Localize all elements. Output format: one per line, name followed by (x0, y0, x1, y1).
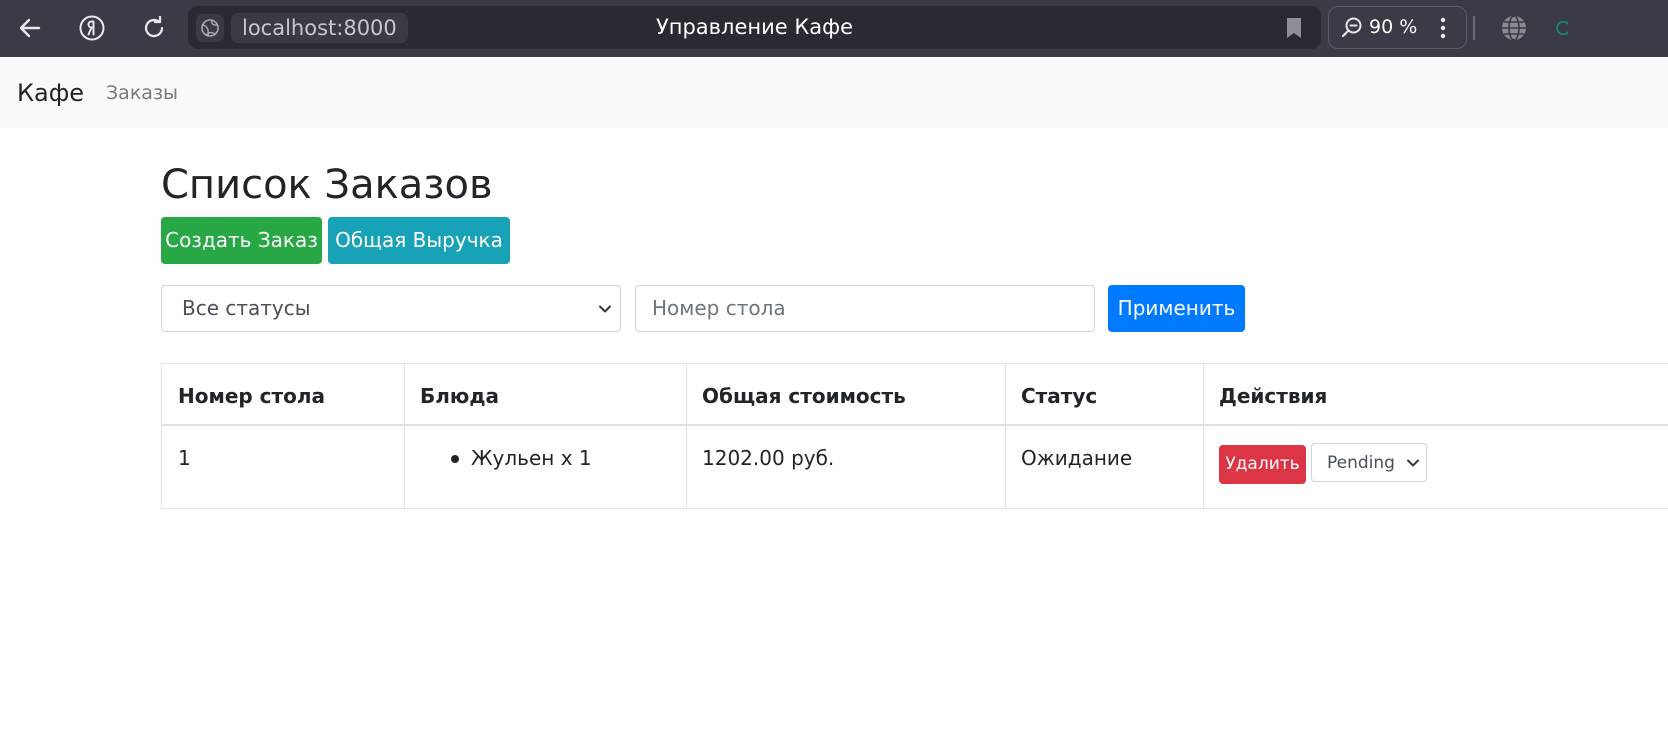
status-filter-select[interactable]: Все статусы (161, 285, 621, 332)
toolbar-divider (1473, 16, 1475, 40)
dish-item: Жульен x 1 (471, 446, 592, 470)
cell-table-number: 1 (178, 446, 191, 470)
chevron-down-icon (1406, 455, 1420, 474)
zoom-level: 90 % (1369, 16, 1418, 38)
column-divider (1203, 364, 1204, 509)
reload-icon[interactable] (138, 12, 170, 44)
header-actions: Действия (1219, 384, 1328, 408)
list-bullet (451, 455, 459, 463)
table-number-placeholder: Номер стола (652, 296, 786, 320)
create-order-button[interactable]: Создать Заказ (161, 217, 322, 264)
browser-toolbar: localhost:8000 Управление Кафе 90 % (0, 0, 1668, 57)
column-divider (404, 364, 405, 509)
navbar-brand[interactable]: Кафе (17, 57, 84, 130)
table-number-input[interactable]: Номер стола (635, 285, 1095, 332)
apply-filter-button[interactable]: Применить (1108, 285, 1245, 332)
total-revenue-button[interactable]: Общая Выручка (328, 217, 510, 264)
cell-total: 1202.00 руб. (702, 446, 835, 470)
orders-table: Номер стола Блюда Общая стоимость Статус… (161, 363, 1668, 509)
bookmark-icon[interactable] (1285, 17, 1303, 43)
address-bar[interactable]: localhost:8000 Управление Кафе (188, 6, 1321, 49)
table-header-row (162, 364, 1668, 426)
globe-icon[interactable] (1498, 12, 1530, 44)
column-divider (686, 364, 687, 509)
page-title: Управление Кафе (655, 15, 854, 39)
extension-icon[interactable] (1552, 12, 1568, 44)
back-arrow-icon[interactable] (14, 12, 46, 44)
nav-link-orders[interactable]: Заказы (106, 57, 178, 130)
order-status-value: Pending (1327, 453, 1395, 473)
header-dishes: Блюда (420, 384, 499, 408)
header-table-number: Номер стола (178, 384, 326, 408)
zoom-search-icon (1341, 16, 1363, 42)
zoom-control[interactable]: 90 % (1328, 6, 1467, 49)
header-total: Общая стоимость (702, 384, 906, 408)
yandex-icon[interactable] (76, 12, 108, 44)
delete-order-button[interactable]: Удалить (1219, 445, 1306, 484)
header-status: Статус (1021, 384, 1098, 408)
kebab-menu-icon[interactable] (1439, 16, 1447, 44)
navbar: Кафе Заказы (0, 57, 1668, 128)
order-status-select[interactable]: Pending (1311, 443, 1427, 482)
status-filter-value: Все статусы (182, 296, 311, 320)
page-heading: Список Заказов (161, 162, 493, 208)
chevron-down-icon (598, 301, 612, 320)
column-divider (1005, 364, 1006, 509)
cell-status: Ожидание (1021, 446, 1133, 470)
